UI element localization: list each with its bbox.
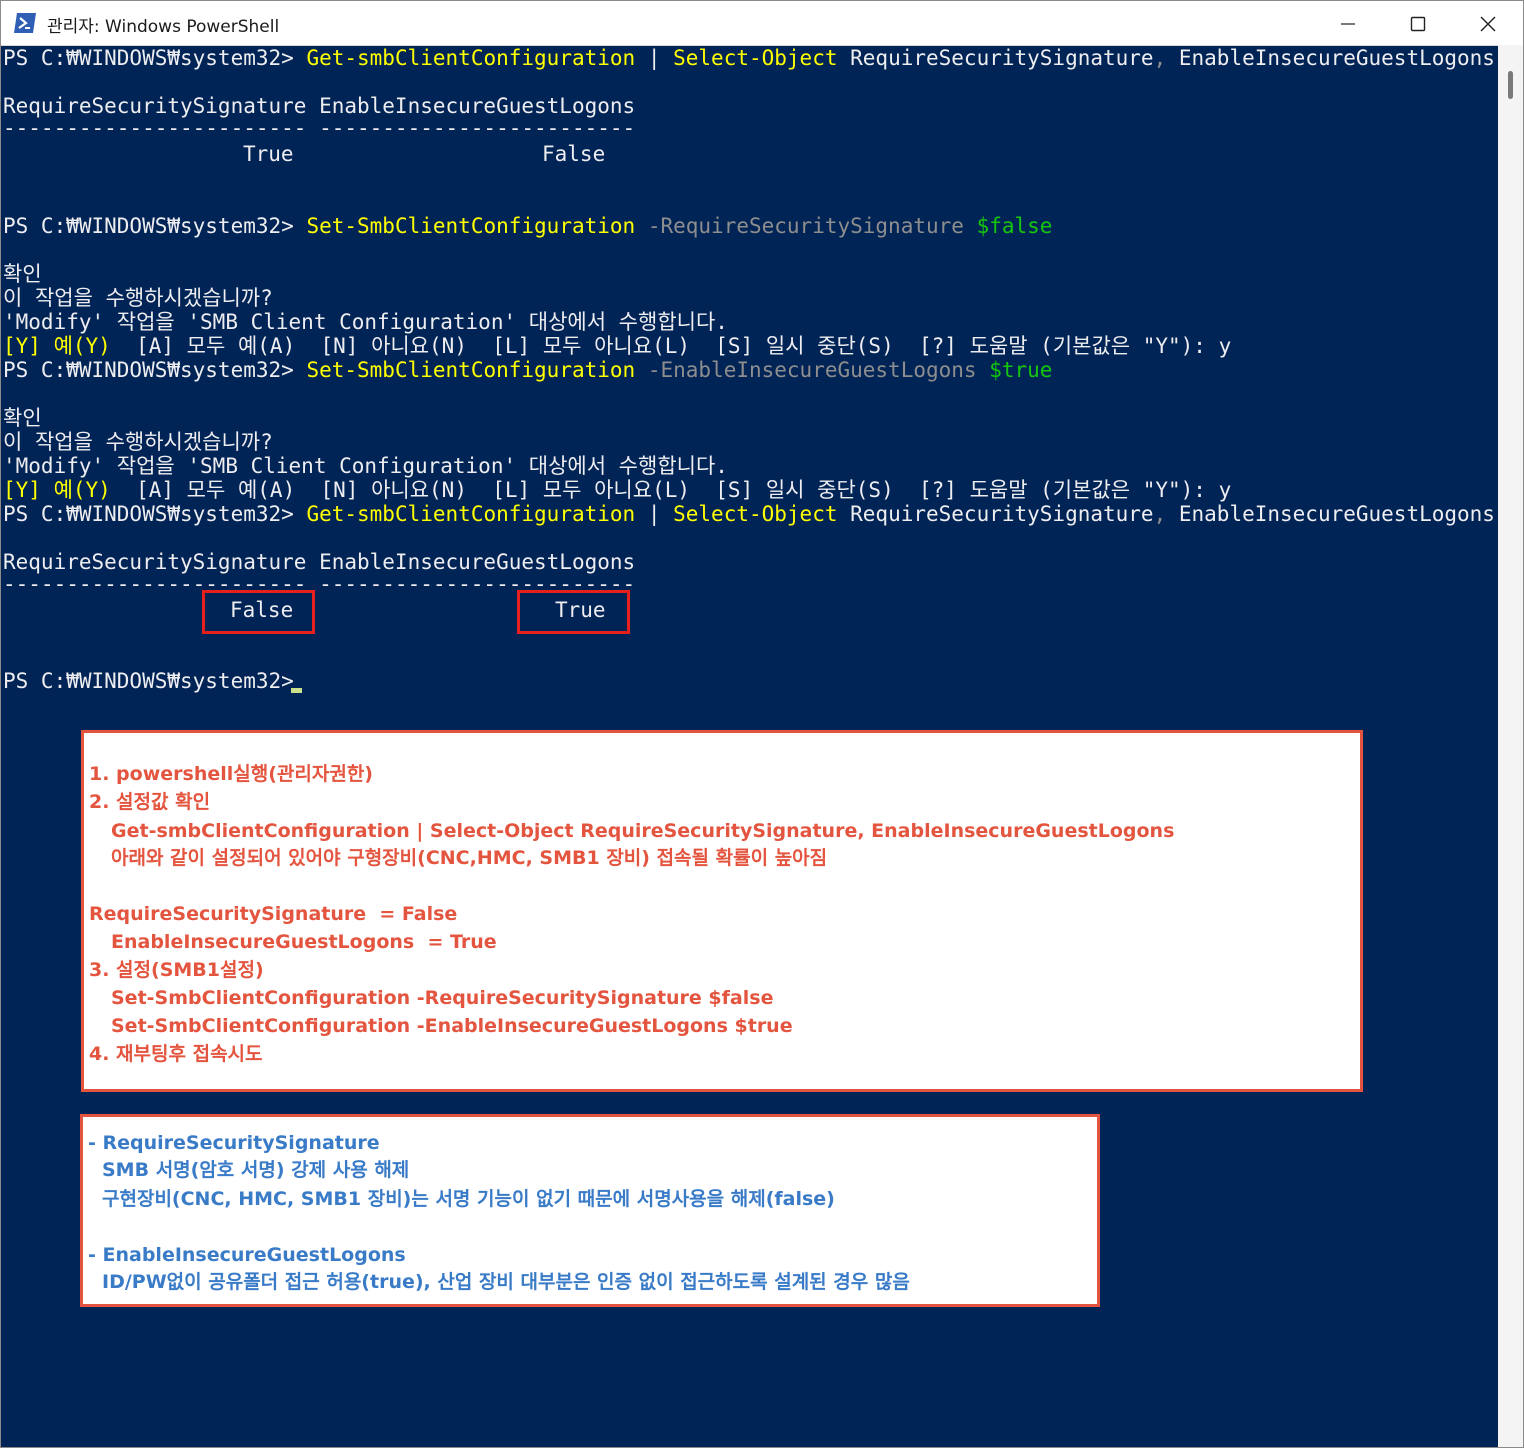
confirm-title: 확인 bbox=[3, 262, 42, 286]
highlight-box bbox=[202, 590, 315, 634]
powershell-icon bbox=[13, 12, 37, 34]
command: Get-smbClientConfiguration bbox=[306, 502, 636, 526]
note-require-value: RequireSecuritySignature = False bbox=[89, 903, 458, 925]
confirm-target: 'Modify' 작업을 'SMB Client Configuration' … bbox=[3, 310, 728, 334]
command: Set-SmbClientConfiguration bbox=[306, 214, 636, 238]
note-guest-value: EnableInsecureGuestLogons = True bbox=[111, 931, 497, 953]
value: $true bbox=[976, 358, 1053, 382]
note-step-2: 2. 설정값 확인 bbox=[89, 791, 211, 813]
note-require-heading: - RequireSecuritySignature bbox=[88, 1132, 380, 1154]
explanation-note: - RequireSecuritySignature SMB 서명(암호 서명)… bbox=[80, 1114, 1100, 1307]
confirm-target: 'Modify' 작업을 'SMB Client Configuration' … bbox=[3, 454, 728, 478]
comma: , bbox=[1153, 502, 1167, 526]
options-rest: [A] 모두 예(A) [N] 아니요(N) [L] 모두 아니요(L) [S]… bbox=[110, 478, 1232, 502]
note-require-desc-2: 구현장비(CNC, HMC, SMB1 장비)는 서명 기능이 없기 때문에 서… bbox=[102, 1188, 835, 1210]
table-header: RequireSecuritySignature EnableInsecureG… bbox=[3, 550, 636, 574]
note-step-3: 3. 설정(SMB1설정) bbox=[89, 959, 264, 981]
minimize-icon bbox=[1341, 23, 1355, 25]
note-step-4: 4. 재부팅후 접속시도 bbox=[89, 1043, 263, 1065]
highlight-box bbox=[517, 590, 630, 634]
confirm-title: 확인 bbox=[3, 406, 42, 430]
note-step-1: 1. powershell실행(관리자권한) bbox=[89, 763, 373, 785]
table-header: RequireSecuritySignature EnableInsecureG… bbox=[3, 94, 636, 118]
powershell-window: 관리자: Windows PowerShell PS C:₩WINDOWS₩sy… bbox=[0, 0, 1524, 1448]
minimize-button[interactable] bbox=[1313, 1, 1383, 45]
vertical-scrollbar[interactable] bbox=[1498, 45, 1523, 1447]
console-line-get-2: PS C:₩WINDOWS₩system32> Get-smbClientCon… bbox=[3, 502, 1495, 526]
argument: RequireSecuritySignature bbox=[837, 46, 1154, 70]
argument: RequireSecuritySignature bbox=[837, 502, 1154, 526]
value: $false bbox=[963, 214, 1053, 238]
console-line-set-2: PS C:₩WINDOWS₩system32> Set-SmbClientCon… bbox=[3, 358, 1052, 382]
note-set-command-1: Set-SmbClientConfiguration -RequireSecur… bbox=[111, 987, 774, 1009]
pipe: | bbox=[635, 502, 674, 526]
command: Set-SmbClientConfiguration bbox=[306, 358, 636, 382]
option-yes: [Y] 예(Y) bbox=[3, 334, 111, 358]
note-set-command-2: Set-SmbClientConfiguration -EnableInsecu… bbox=[111, 1015, 793, 1037]
comma: , bbox=[1153, 46, 1167, 70]
text-cursor bbox=[291, 688, 302, 693]
pipe: | bbox=[635, 46, 674, 70]
parameter: -RequireSecuritySignature bbox=[635, 214, 964, 238]
command: Get-smbClientConfiguration bbox=[306, 46, 636, 70]
current-prompt: PS C:₩WINDOWS₩system32> bbox=[3, 669, 294, 693]
parameter: -EnableInsecureGuestLogons bbox=[635, 358, 977, 382]
note-get-command: Get-smbClientConfiguration | Select-Obje… bbox=[111, 820, 1175, 842]
prompt: PS C:₩WINDOWS₩system32> bbox=[3, 358, 294, 382]
console-line-set-1: PS C:₩WINDOWS₩system32> Set-SmbClientCon… bbox=[3, 214, 1052, 238]
value-insecure-guest-before: False bbox=[542, 142, 606, 166]
note-require-desc-1: SMB 서명(암호 서명) 강제 사용 해제 bbox=[102, 1159, 410, 1181]
table-divider: ------------------------ ---------------… bbox=[3, 116, 636, 140]
close-button[interactable] bbox=[1453, 1, 1523, 45]
scroll-thumb[interactable] bbox=[1508, 71, 1513, 99]
confirm-options: [Y] 예(Y) [A] 모두 예(A) [N] 아니요(N) [L] 모두 아… bbox=[3, 334, 1231, 358]
maximize-icon bbox=[1410, 16, 1426, 32]
confirm-question: 이 작업을 수행하시겠습니까? bbox=[3, 286, 273, 310]
prompt: PS C:₩WINDOWS₩system32> bbox=[3, 502, 294, 526]
close-icon bbox=[1480, 16, 1496, 32]
confirm-question: 이 작업을 수행하시겠습니까? bbox=[3, 430, 273, 454]
argument: EnableInsecureGuestLogons bbox=[1166, 502, 1495, 526]
title-bar[interactable]: 관리자: Windows PowerShell bbox=[1, 1, 1523, 46]
prompt: PS C:₩WINDOWS₩system32> bbox=[3, 214, 294, 238]
argument: EnableInsecureGuestLogons bbox=[1166, 46, 1495, 70]
command: Select-Object bbox=[673, 502, 838, 526]
note-explanation: 아래와 같이 설정되어 있어야 구형장비(CNC,HMC, SMB1 장비) 접… bbox=[111, 847, 828, 869]
instruction-note: 1. powershell실행(관리자권한) 2. 설정값 확인 Get-smb… bbox=[81, 730, 1363, 1092]
window-title: 관리자: Windows PowerShell bbox=[47, 17, 280, 37]
prompt: PS C:₩WINDOWS₩system32> bbox=[3, 46, 294, 70]
command: Select-Object bbox=[673, 46, 838, 70]
note-guest-desc: ID/PW없이 공유폴더 접근 허용(true), 산업 장비 대부분은 인증 … bbox=[102, 1271, 910, 1293]
console-line-get-1: PS C:₩WINDOWS₩system32> Get-smbClientCon… bbox=[3, 46, 1495, 70]
options-rest: [A] 모두 예(A) [N] 아니요(N) [L] 모두 아니요(L) [S]… bbox=[110, 334, 1232, 358]
option-yes: [Y] 예(Y) bbox=[3, 478, 111, 502]
confirm-options: [Y] 예(Y) [A] 모두 예(A) [N] 아니요(N) [L] 모두 아… bbox=[3, 478, 1231, 502]
note-guest-heading: - EnableInsecureGuestLogons bbox=[88, 1244, 406, 1266]
maximize-button[interactable] bbox=[1383, 1, 1453, 45]
value-require-security-before: True bbox=[243, 142, 294, 166]
